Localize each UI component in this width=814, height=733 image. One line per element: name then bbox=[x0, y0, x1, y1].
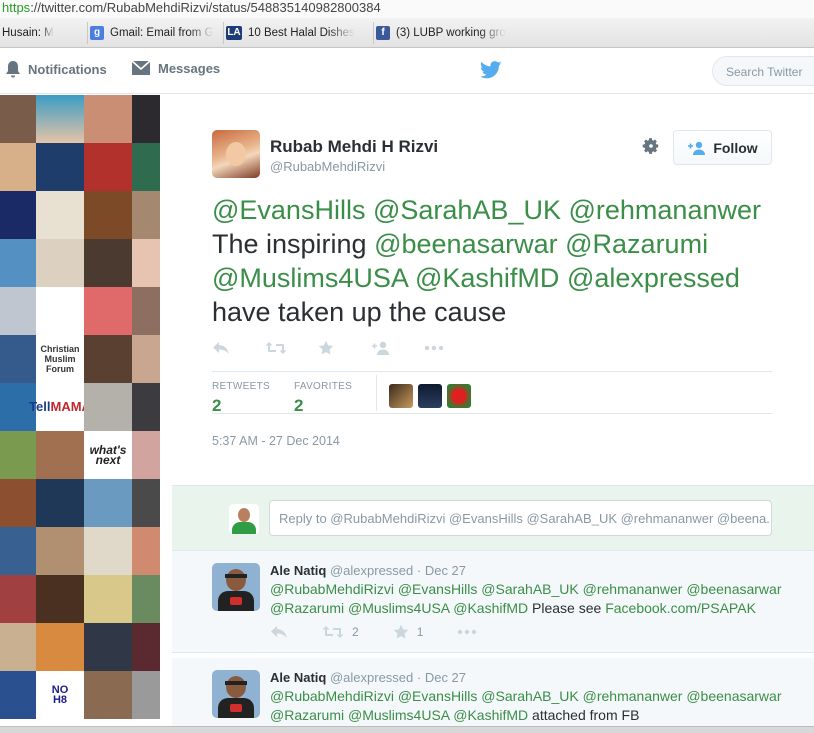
google-icon: g bbox=[90, 25, 104, 40]
bookmarks-bar: Husain: M g Gmail: Email from G LA 10 Be… bbox=[0, 18, 814, 48]
bookmark-label: (3) LUBP working gro bbox=[396, 26, 506, 39]
background-avatar-mosaic: Christian Muslim Forum Tell MAMA what's next… bbox=[0, 95, 160, 733]
author-screenname[interactable]: @RubabMehdiRizvi bbox=[270, 159, 385, 174]
divider bbox=[212, 413, 772, 414]
mention-link[interactable]: @EvansHills bbox=[212, 195, 365, 225]
author-fullname[interactable]: Rubab Mehdi H Rizvi bbox=[270, 137, 438, 157]
envelope-icon bbox=[131, 60, 151, 75]
reply-actions: 2 1 bbox=[270, 624, 511, 640]
mention-link[interactable]: @alexpressed bbox=[567, 263, 740, 293]
star-icon[interactable] bbox=[318, 339, 371, 357]
nav-messages-label: Messages bbox=[158, 60, 221, 76]
bookmark-gmail[interactable]: g Gmail: Email from G bbox=[88, 21, 224, 44]
nav-notifications-label: Notifications bbox=[28, 61, 107, 77]
reply-icon[interactable] bbox=[212, 339, 265, 357]
mention-link[interactable]: @beenasarwar bbox=[374, 229, 558, 259]
la-icon: LA bbox=[226, 25, 242, 40]
retweet-icon[interactable] bbox=[265, 339, 318, 357]
mention-link[interactable]: @Razarumi @Muslims4USA @KashifMD bbox=[270, 707, 528, 723]
mention-link[interactable]: @RubabMehdiRizvi @EvansHills @SarahAB_UK… bbox=[270, 581, 782, 597]
retweet-count: 2 bbox=[352, 625, 359, 639]
reply-text: @RubabMehdiRizvi @EvansHills @SarahAB_UK… bbox=[270, 687, 790, 725]
search-input[interactable]: Search Twitter bbox=[712, 56, 814, 86]
gear-icon[interactable] bbox=[642, 137, 660, 160]
url-path: ://twitter.com/RubabMehdiRizvi/status/54… bbox=[30, 0, 381, 15]
bookmark-label: Gmail: Email from G bbox=[110, 26, 214, 39]
favoriter-avatar[interactable] bbox=[447, 384, 471, 408]
retweet-icon bbox=[322, 626, 344, 638]
reply-text-segment: Please see bbox=[532, 600, 602, 616]
permalink-tweet: Rubab Mehdi H Rizvi @RubabMehdiRizvi Fol… bbox=[172, 95, 814, 485]
tweet-timestamp[interactable]: 5:37 AM - 27 Dec 2014 bbox=[212, 434, 340, 448]
bookmark-lubp[interactable]: f (3) LUBP working gro bbox=[374, 22, 514, 44]
facebook-icon: f bbox=[376, 25, 390, 40]
mention-link[interactable]: @Razarumi @Muslims4USA @KashifMD bbox=[270, 600, 528, 616]
reply-icon[interactable] bbox=[270, 625, 288, 639]
reply-date[interactable]: · Dec 27 bbox=[417, 563, 466, 578]
reply-tweet[interactable]: Ale Natiq @alexpressed · Dec 27 @RubabMe… bbox=[172, 551, 814, 653]
external-link[interactable]: Facebook.com/PSAPAK bbox=[605, 600, 756, 616]
reply-tweet[interactable]: Ale Natiq @alexpressed · Dec 27 @RubabMe… bbox=[172, 658, 814, 733]
reply-text: @RubabMehdiRizvi @EvansHills @SarahAB_UK… bbox=[270, 580, 790, 618]
nav-messages[interactable]: Messages bbox=[131, 60, 220, 76]
mention-link[interactable]: @Muslims4USA bbox=[212, 263, 407, 293]
favoriter-avatar[interactable] bbox=[418, 384, 442, 408]
retweet-action[interactable]: 2 bbox=[322, 625, 359, 639]
add-user-icon[interactable] bbox=[371, 339, 424, 357]
tweet-text-segment: The inspiring bbox=[212, 229, 367, 259]
nav-notifications[interactable]: Notifications bbox=[5, 60, 107, 78]
bookmark-label: 10 Best Halal Dishes bbox=[248, 26, 355, 39]
divider bbox=[376, 375, 377, 411]
tweet-actions bbox=[212, 339, 477, 357]
mention-link[interactable]: @rehmananwer bbox=[568, 195, 761, 225]
twitter-nav: Notifications Messages Search Twitter bbox=[0, 48, 814, 94]
tweet-text-segment: have taken up the cause bbox=[212, 297, 507, 327]
reply-box: Reply to @RubabMehdiRizvi @EvansHills @S… bbox=[172, 485, 814, 551]
bookmark-halal[interactable]: LA 10 Best Halal Dishes bbox=[224, 21, 374, 44]
search-placeholder: Search Twitter bbox=[726, 65, 803, 79]
star-icon bbox=[393, 624, 408, 639]
current-user-avatar bbox=[229, 504, 259, 534]
tweet-text: @EvansHills @SarahAB_UK @rehmananwer The… bbox=[212, 193, 772, 329]
mention-link[interactable]: @Razarumi bbox=[565, 229, 708, 259]
reply-placeholder: Reply to @RubabMehdiRizvi @EvansHills @S… bbox=[279, 511, 772, 526]
reply-input[interactable]: Reply to @RubabMehdiRizvi @EvansHills @S… bbox=[269, 500, 772, 536]
bookmark-label: Husain: M bbox=[2, 26, 54, 39]
bookmark-husain[interactable]: Husain: M bbox=[0, 21, 88, 44]
favoriter-avatar[interactable] bbox=[389, 384, 413, 408]
author-avatar[interactable] bbox=[212, 130, 260, 178]
window-bottom-edge bbox=[0, 726, 814, 733]
bell-icon bbox=[6, 61, 20, 78]
favorites-stat[interactable]: FAVORITES 2 bbox=[294, 381, 352, 416]
follow-button[interactable]: Follow bbox=[673, 130, 772, 165]
more-icon[interactable] bbox=[424, 339, 477, 357]
twitter-bird-icon[interactable] bbox=[479, 61, 502, 84]
reply-date[interactable]: · Dec 27 bbox=[417, 670, 466, 685]
main-column: Rubab Mehdi H Rizvi @RubabMehdiRizvi Fol… bbox=[172, 95, 814, 733]
more-icon[interactable] bbox=[457, 629, 477, 635]
follow-label: Follow bbox=[713, 139, 758, 156]
reply-handle[interactable]: @alexpressed bbox=[330, 563, 413, 578]
mention-link[interactable]: @SarahAB_UK bbox=[373, 195, 561, 225]
favorites-label: FAVORITES bbox=[294, 381, 353, 392]
favorite-action[interactable]: 1 bbox=[393, 624, 424, 640]
reply-fullname[interactable]: Ale Natiq bbox=[270, 670, 326, 685]
reply-fullname[interactable]: Ale Natiq bbox=[270, 563, 326, 578]
add-user-icon bbox=[688, 141, 706, 155]
reply-handle[interactable]: @alexpressed bbox=[330, 670, 413, 685]
reply-header: Ale Natiq @alexpressed · Dec 27 bbox=[270, 563, 466, 578]
divider bbox=[212, 371, 772, 372]
reply-text-segment: attached from FB bbox=[532, 707, 640, 723]
favorite-count: 1 bbox=[416, 625, 424, 639]
reply-header: Ale Natiq @alexpressed · Dec 27 bbox=[270, 670, 466, 685]
mention-link[interactable]: @RubabMehdiRizvi @EvansHills @SarahAB_UK… bbox=[270, 688, 782, 704]
retweets-stat[interactable]: RETWEETS 2 bbox=[212, 381, 270, 416]
address-bar[interactable]: https://twitter.com/RubabMehdiRizvi/stat… bbox=[0, 0, 814, 18]
reply-avatar[interactable] bbox=[212, 563, 260, 611]
url-protocol: https bbox=[2, 0, 31, 15]
reply-avatar[interactable] bbox=[212, 670, 260, 718]
mention-link[interactable]: @KashifMD bbox=[415, 263, 559, 293]
retweets-label: RETWEETS bbox=[212, 381, 270, 392]
